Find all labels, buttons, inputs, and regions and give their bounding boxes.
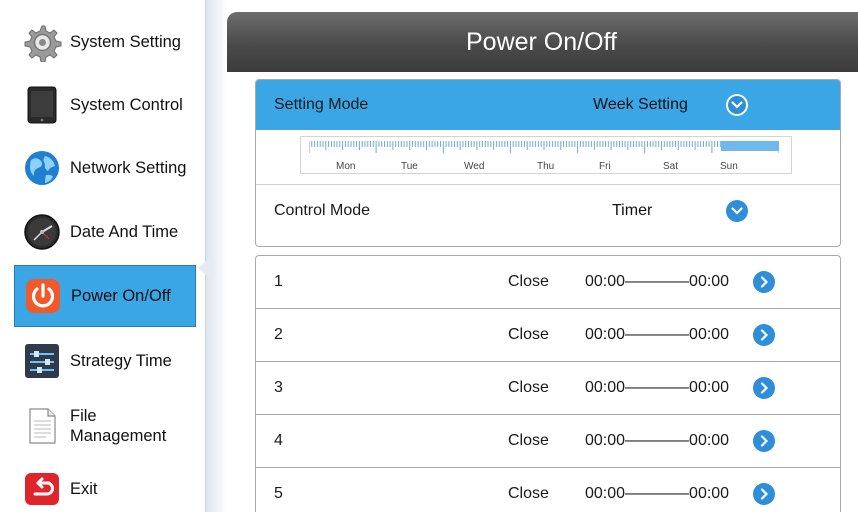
chevron-down-icon bbox=[731, 206, 743, 216]
timer-status: Close bbox=[508, 326, 549, 343]
chevron-right-icon bbox=[759, 488, 769, 500]
sidebar-item-label: File Management bbox=[70, 406, 166, 446]
sidebar-item-label: System Control bbox=[70, 96, 183, 114]
sidebar-item-label: Strategy Time bbox=[70, 352, 172, 370]
sidebar-item-file-management[interactable]: File Management bbox=[14, 397, 196, 455]
timer-row-5[interactable]: 5 Close 00:00————00:00 bbox=[256, 467, 840, 512]
sidebar-item-label: Date And Time bbox=[70, 223, 179, 241]
setting-mode-label: Setting Mode bbox=[274, 96, 369, 113]
week-ruler[interactable]: Mon Tue Wed Thu Fri Sat Sun bbox=[300, 136, 792, 174]
timer-row-4[interactable]: 4 Close 00:00————00:00 bbox=[256, 414, 840, 467]
week-day-labels: Mon Tue Wed Thu Fri Sat Sun bbox=[301, 161, 791, 173]
timer-row-2[interactable]: 2 Close 00:00————00:00 bbox=[256, 308, 840, 361]
timer-edit-button[interactable] bbox=[753, 430, 775, 452]
day-label-tue: Tue bbox=[401, 161, 418, 172]
day-label-wed: Wed bbox=[464, 161, 485, 172]
active-item-pointer bbox=[198, 258, 210, 278]
timer-status: Close bbox=[508, 432, 549, 449]
sidebar-item-exit[interactable]: Exit bbox=[14, 460, 196, 518]
timer-edit-button[interactable] bbox=[753, 324, 775, 346]
day-label-fri: Fri bbox=[599, 161, 611, 172]
week-ruler-ticks bbox=[309, 141, 779, 153]
clock-icon bbox=[22, 212, 62, 252]
sidebar-item-label: Network Setting bbox=[70, 159, 187, 177]
chevron-right-icon bbox=[759, 435, 769, 447]
timer-range: 00:00————00:00 bbox=[585, 326, 730, 343]
timer-range: 00:00————00:00 bbox=[585, 273, 730, 290]
week-highlight-sun bbox=[721, 141, 779, 151]
sidebar-item-label-line2: Management bbox=[70, 427, 167, 445]
timer-row-3[interactable]: 3 Close 00:00————00:00 bbox=[256, 361, 840, 414]
setting-mode-dropdown-button[interactable] bbox=[726, 94, 748, 116]
control-mode-row[interactable]: Control Mode Timer bbox=[256, 184, 840, 237]
timer-status: Close bbox=[508, 485, 549, 502]
exit-icon bbox=[22, 469, 62, 509]
sidebar-item-network-setting[interactable]: Network Setting bbox=[14, 139, 196, 197]
power-icon bbox=[23, 276, 63, 316]
timer-row-1[interactable]: 1 Close 00:00————00:00 bbox=[256, 256, 840, 308]
page-title: Power On/Off bbox=[466, 27, 617, 56]
sidebar-item-strategy-time[interactable]: Strategy Time bbox=[14, 332, 196, 390]
control-mode-label: Control Mode bbox=[274, 202, 371, 219]
sidebar-item-label: Exit bbox=[70, 480, 98, 498]
control-mode-value: Timer bbox=[612, 202, 653, 219]
timer-range: 00:00————00:00 bbox=[585, 379, 730, 396]
sliders-icon bbox=[22, 341, 62, 381]
timer-edit-button[interactable] bbox=[753, 377, 775, 399]
timer-status: Close bbox=[508, 379, 549, 396]
day-label-sun: Sun bbox=[720, 161, 738, 172]
day-label-thu: Thu bbox=[537, 161, 555, 172]
timer-status: Close bbox=[508, 273, 549, 290]
timer-index: 4 bbox=[274, 432, 283, 449]
timer-range: 00:00————00:00 bbox=[585, 485, 730, 502]
sidebar: System Setting System Control Network Se… bbox=[0, 0, 205, 512]
timer-edit-button[interactable] bbox=[753, 271, 775, 293]
sidebar-item-label: System Setting bbox=[70, 33, 181, 51]
chevron-right-icon bbox=[759, 382, 769, 394]
sidebar-item-date-and-time[interactable]: Date And Time bbox=[14, 203, 196, 261]
sidebar-item-power-on-off[interactable]: Power On/Off bbox=[14, 265, 196, 327]
timer-index: 2 bbox=[274, 326, 283, 343]
day-label-mon: Mon bbox=[336, 161, 356, 172]
sidebar-item-label-line1: File bbox=[70, 407, 97, 425]
tablet-icon bbox=[22, 85, 62, 125]
sidebar-divider-line bbox=[205, 0, 206, 512]
setting-mode-value: Week Setting bbox=[593, 96, 688, 113]
timer-index: 3 bbox=[274, 379, 283, 396]
chevron-right-icon bbox=[759, 329, 769, 341]
timer-edit-button[interactable] bbox=[753, 483, 775, 505]
gear-icon bbox=[22, 22, 62, 62]
timer-list: 1 Close 00:00————00:00 2 Close 00:00————… bbox=[255, 255, 841, 512]
main-panel: Power On/Off Setting Mode Week Setting M… bbox=[227, 0, 858, 512]
timer-index: 5 bbox=[274, 485, 283, 502]
chevron-right-icon bbox=[759, 276, 769, 288]
timer-range: 00:00————00:00 bbox=[585, 432, 730, 449]
title-bar: Power On/Off bbox=[227, 12, 858, 72]
setting-mode-row[interactable]: Setting Mode Week Setting bbox=[256, 80, 840, 130]
sidebar-item-label: Power On/Off bbox=[71, 287, 171, 305]
control-mode-dropdown-button[interactable] bbox=[726, 200, 748, 222]
timer-index: 1 bbox=[274, 273, 283, 290]
settings-card: Setting Mode Week Setting Mon Tue Wed Th… bbox=[255, 79, 841, 247]
sidebar-divider bbox=[205, 0, 227, 512]
sidebar-item-system-control[interactable]: System Control bbox=[14, 76, 196, 134]
sidebar-item-system-setting[interactable]: System Setting bbox=[14, 13, 196, 71]
file-icon bbox=[22, 406, 62, 446]
globe-icon bbox=[22, 148, 62, 188]
week-selector[interactable]: Mon Tue Wed Thu Fri Sat Sun bbox=[256, 130, 840, 184]
chevron-down-icon bbox=[731, 100, 743, 110]
day-label-sat: Sat bbox=[663, 161, 679, 172]
